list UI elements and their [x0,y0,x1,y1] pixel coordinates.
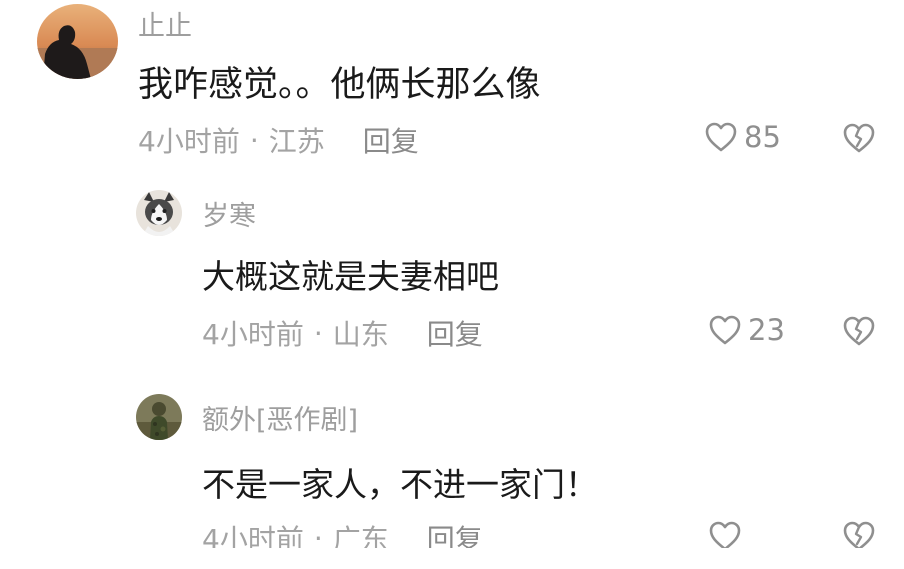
broken-heart-icon [842,315,876,347]
separator-dot: · [249,123,259,157]
heart-outline-icon [704,121,738,153]
reply-item: 额外[恶作剧] 不是一家人，不进一家门！ 4小时前 · 广东 回复 [0,380,904,569]
avatar[interactable] [136,394,182,440]
like-button[interactable]: 23 [708,313,785,347]
dislike-button[interactable] [842,122,876,154]
username[interactable]: 额外[恶作剧] [202,398,358,437]
comment-item: 止止 我咋感觉。。他俩长那么像 4小时前 · 江苏 回复 85 [0,0,904,180]
like-count: 23 [748,313,785,347]
timestamp: 4小时前 [202,318,304,351]
location: 江苏 [268,125,325,158]
comment-meta: 4小时前 · 江苏 回复 [138,120,419,160]
comment-text: 不是一家人，不进一家门！ [202,465,598,504]
reply-button[interactable]: 回复 [427,313,483,353]
like-count: 85 [744,120,781,154]
separator-dot: · [313,316,323,350]
reply-button[interactable]: 回复 [363,120,419,160]
reply-item: 岁寒 大概这就是夫妻相吧 4小时前 · 山东 回复 23 [0,180,904,380]
heart-outline-icon [708,314,742,346]
comment-text: 我咋感觉。。他俩长那么像 [138,65,541,105]
screenshot-crop-edge [0,548,904,569]
like-button[interactable]: 85 [704,120,781,154]
broken-heart-icon [842,122,876,154]
username[interactable]: 岁寒 [202,194,256,233]
location: 山东 [332,318,389,351]
timestamp: 4小时前 [138,125,240,158]
avatar[interactable] [37,4,118,79]
username[interactable]: 止止 [138,4,192,43]
avatar[interactable] [136,190,182,236]
comment-meta: 4小时前 · 山东 回复 [202,313,483,353]
dislike-button[interactable] [842,315,876,347]
comment-text: 大概这就是夫妻相吧 [202,257,499,296]
